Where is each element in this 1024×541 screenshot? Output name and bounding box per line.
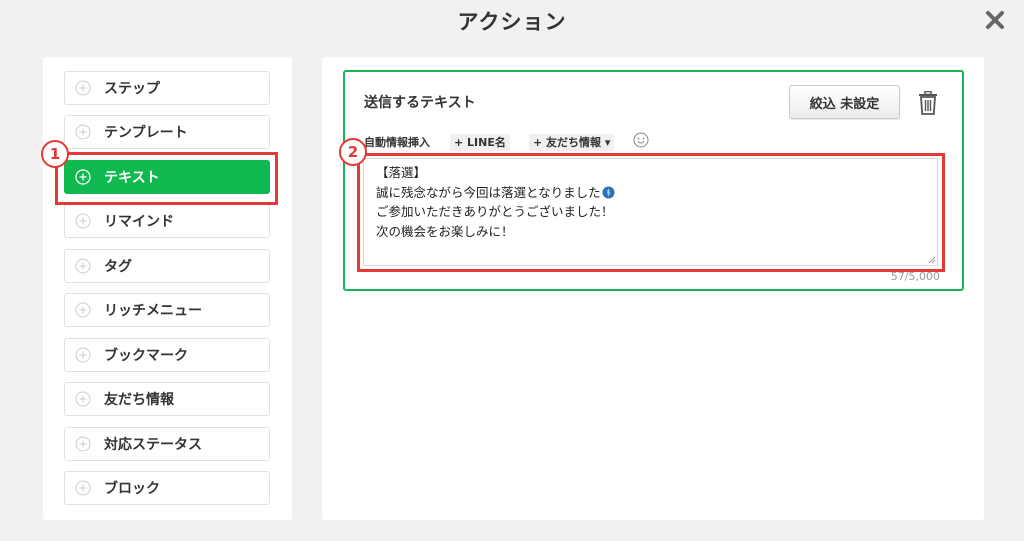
sidebar-item-remind[interactable]: リマインド (64, 204, 270, 238)
modal-title: アクション (457, 10, 567, 34)
plus-circle-icon (75, 124, 91, 140)
filter-button[interactable]: 絞込 未設定 (789, 85, 900, 119)
sidebar-item-label: 対応ステータス (104, 437, 202, 453)
sidebar-item-label: タグ (104, 259, 132, 275)
close-icon[interactable] (984, 9, 1006, 31)
sidebar-item-status[interactable]: 対応ステータス (64, 427, 270, 461)
sidebar-item-tag[interactable]: タグ (64, 249, 270, 283)
sidebar-item-label: テンプレート (104, 125, 188, 141)
sidebar-item-block[interactable]: ブロック (64, 471, 270, 505)
trash-icon[interactable] (918, 90, 938, 115)
annotation-box-2 (357, 153, 945, 272)
annotation-box-1 (55, 152, 278, 205)
plus-circle-icon (75, 258, 91, 274)
sidebar-item-label: ステップ (104, 81, 160, 97)
action-sidebar: ステップ テンプレート テキスト リマインド タグ リッチメニュー ブックマーク… (43, 57, 292, 520)
annotation-badge-2: 2 (339, 138, 367, 166)
insert-friend-info-dropdown[interactable]: + 友だち情報 ▾ (529, 134, 615, 151)
sidebar-item-label: 友だち情報 (104, 392, 174, 408)
sidebar-item-template[interactable]: テンプレート (64, 115, 270, 149)
card-title: 送信するテキスト (364, 95, 476, 111)
smiley-icon[interactable] (633, 132, 649, 148)
insert-line-name-button[interactable]: + LINE名 (450, 134, 510, 151)
plus-circle-icon (75, 391, 91, 407)
sidebar-item-friend-info[interactable]: 友だち情報 (64, 382, 270, 416)
sidebar-item-rich-menu[interactable]: リッチメニュー (64, 293, 270, 327)
insert-line-name-label: + LINE名 (450, 134, 510, 151)
sidebar-item-label: リマインド (104, 214, 174, 230)
annotation-badge-1: 1 (41, 140, 69, 168)
plus-circle-icon (75, 480, 91, 496)
sidebar-item-label: リッチメニュー (104, 303, 202, 319)
sidebar-item-label: ブロック (104, 481, 160, 497)
sidebar-item-step[interactable]: ステップ (64, 71, 270, 105)
plus-circle-icon (75, 213, 91, 229)
plus-circle-icon (75, 347, 91, 363)
plus-circle-icon (75, 302, 91, 318)
auto-insert-label: 自動情報挿入 (364, 136, 430, 149)
plus-circle-icon (75, 436, 91, 452)
sidebar-item-label: ブックマーク (104, 348, 188, 364)
sidebar-item-bookmark[interactable]: ブックマーク (64, 338, 270, 372)
insert-friend-info-label: + 友だち情報 ▾ (529, 134, 615, 151)
plus-circle-icon (75, 80, 91, 96)
